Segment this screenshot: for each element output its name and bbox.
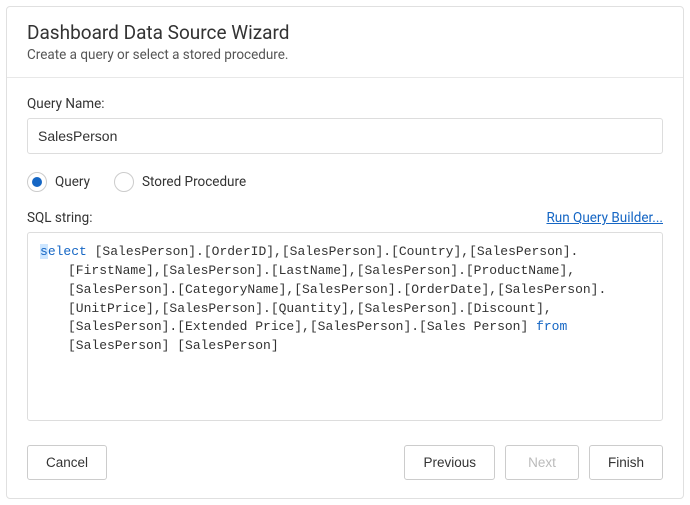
radio-icon <box>114 172 134 192</box>
finish-button[interactable]: Finish <box>589 445 663 480</box>
query-name-label: Query Name: <box>27 96 663 112</box>
previous-button[interactable]: Previous <box>404 445 495 480</box>
cancel-button[interactable]: Cancel <box>27 445 107 480</box>
query-name-input[interactable] <box>27 118 663 154</box>
radio-icon <box>27 172 47 192</box>
sql-cursor-selection: s <box>40 244 48 259</box>
radio-query-label: Query <box>55 174 90 190</box>
run-query-builder-link[interactable]: Run Query Builder... <box>546 210 663 226</box>
wizard-subtitle: Create a query or select a stored proced… <box>27 47 663 63</box>
sql-editor[interactable]: select [SalesPerson].[OrderID],[SalesPer… <box>27 232 663 421</box>
radio-stored-proc-label: Stored Procedure <box>142 174 246 190</box>
radio-query[interactable]: Query <box>27 172 90 192</box>
next-button: Next <box>505 445 579 480</box>
sql-string-label: SQL string: <box>27 210 92 226</box>
wizard-header: Dashboard Data Source Wizard Create a qu… <box>7 7 683 78</box>
wizard-dialog: Dashboard Data Source Wizard Create a qu… <box>6 6 684 499</box>
wizard-footer: Cancel Previous Next Finish <box>7 431 683 498</box>
query-type-radio-group: Query Stored Procedure <box>27 172 663 192</box>
wizard-body: Query Name: Query Stored Procedure SQL s… <box>7 78 683 431</box>
wizard-title: Dashboard Data Source Wizard <box>27 21 663 44</box>
sql-header-row: SQL string: Run Query Builder... <box>27 210 663 226</box>
radio-stored-procedure[interactable]: Stored Procedure <box>114 172 246 192</box>
